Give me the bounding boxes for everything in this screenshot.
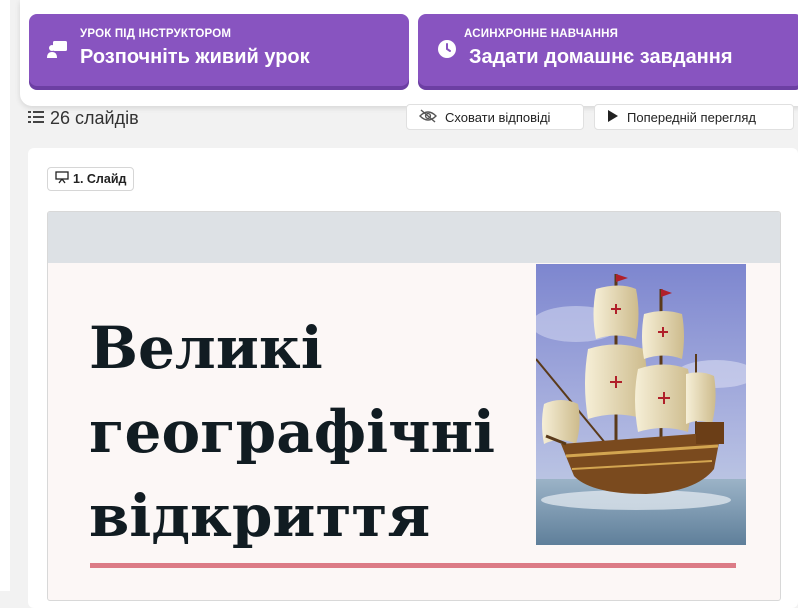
slide-title: Великі географічні відкриття <box>89 306 509 558</box>
preview-button[interactable]: Попередній перегляд <box>594 104 794 130</box>
preview-label: Попередній перегляд <box>627 109 756 125</box>
slides-count-label: 26 слайдів <box>50 108 139 128</box>
live-lesson-subtitle: УРОК ПІД ІНСТРУКТОРОМ <box>80 28 232 40</box>
list-icon <box>28 108 44 129</box>
slide-header-band <box>48 212 780 263</box>
slide-accent-line <box>90 563 736 568</box>
slide-number-label: 1. Слайд <box>73 172 127 186</box>
left-edge <box>0 0 10 591</box>
start-live-lesson-button[interactable]: УРОК ПІД ІНСТРУКТОРОМ Розпочніть живий у… <box>29 14 409 86</box>
slide-preview[interactable]: Великі географічні відкриття <box>47 211 781 601</box>
hide-answers-button[interactable]: Сховати відповіді <box>406 104 584 130</box>
hide-answers-label: Сховати відповіді <box>445 109 551 125</box>
homework-label: Задати домашнє завдання <box>469 46 733 68</box>
presentation-board-icon <box>55 171 69 187</box>
slides-count: 26 слайдів <box>28 108 139 129</box>
slide-number-tag: 1. Слайд <box>47 167 135 191</box>
homework-subtitle: АСИНХРОННЕ НАВЧАННЯ <box>464 28 619 40</box>
slide-title-line-1: Великі <box>89 314 323 382</box>
slide-title-line-2: географічні <box>89 398 496 466</box>
presentation-icon <box>47 38 69 60</box>
sailing-ship-image <box>536 264 746 545</box>
clock-icon <box>436 38 458 60</box>
play-icon <box>607 109 619 125</box>
live-lesson-label: Розпочніть живий урок <box>80 46 310 68</box>
eye-slash-icon <box>419 108 437 126</box>
slide-title-line-3: відкриття <box>89 482 431 550</box>
assign-homework-button[interactable]: АСИНХРОННЕ НАВЧАННЯ Задати домашнє завда… <box>418 14 798 86</box>
